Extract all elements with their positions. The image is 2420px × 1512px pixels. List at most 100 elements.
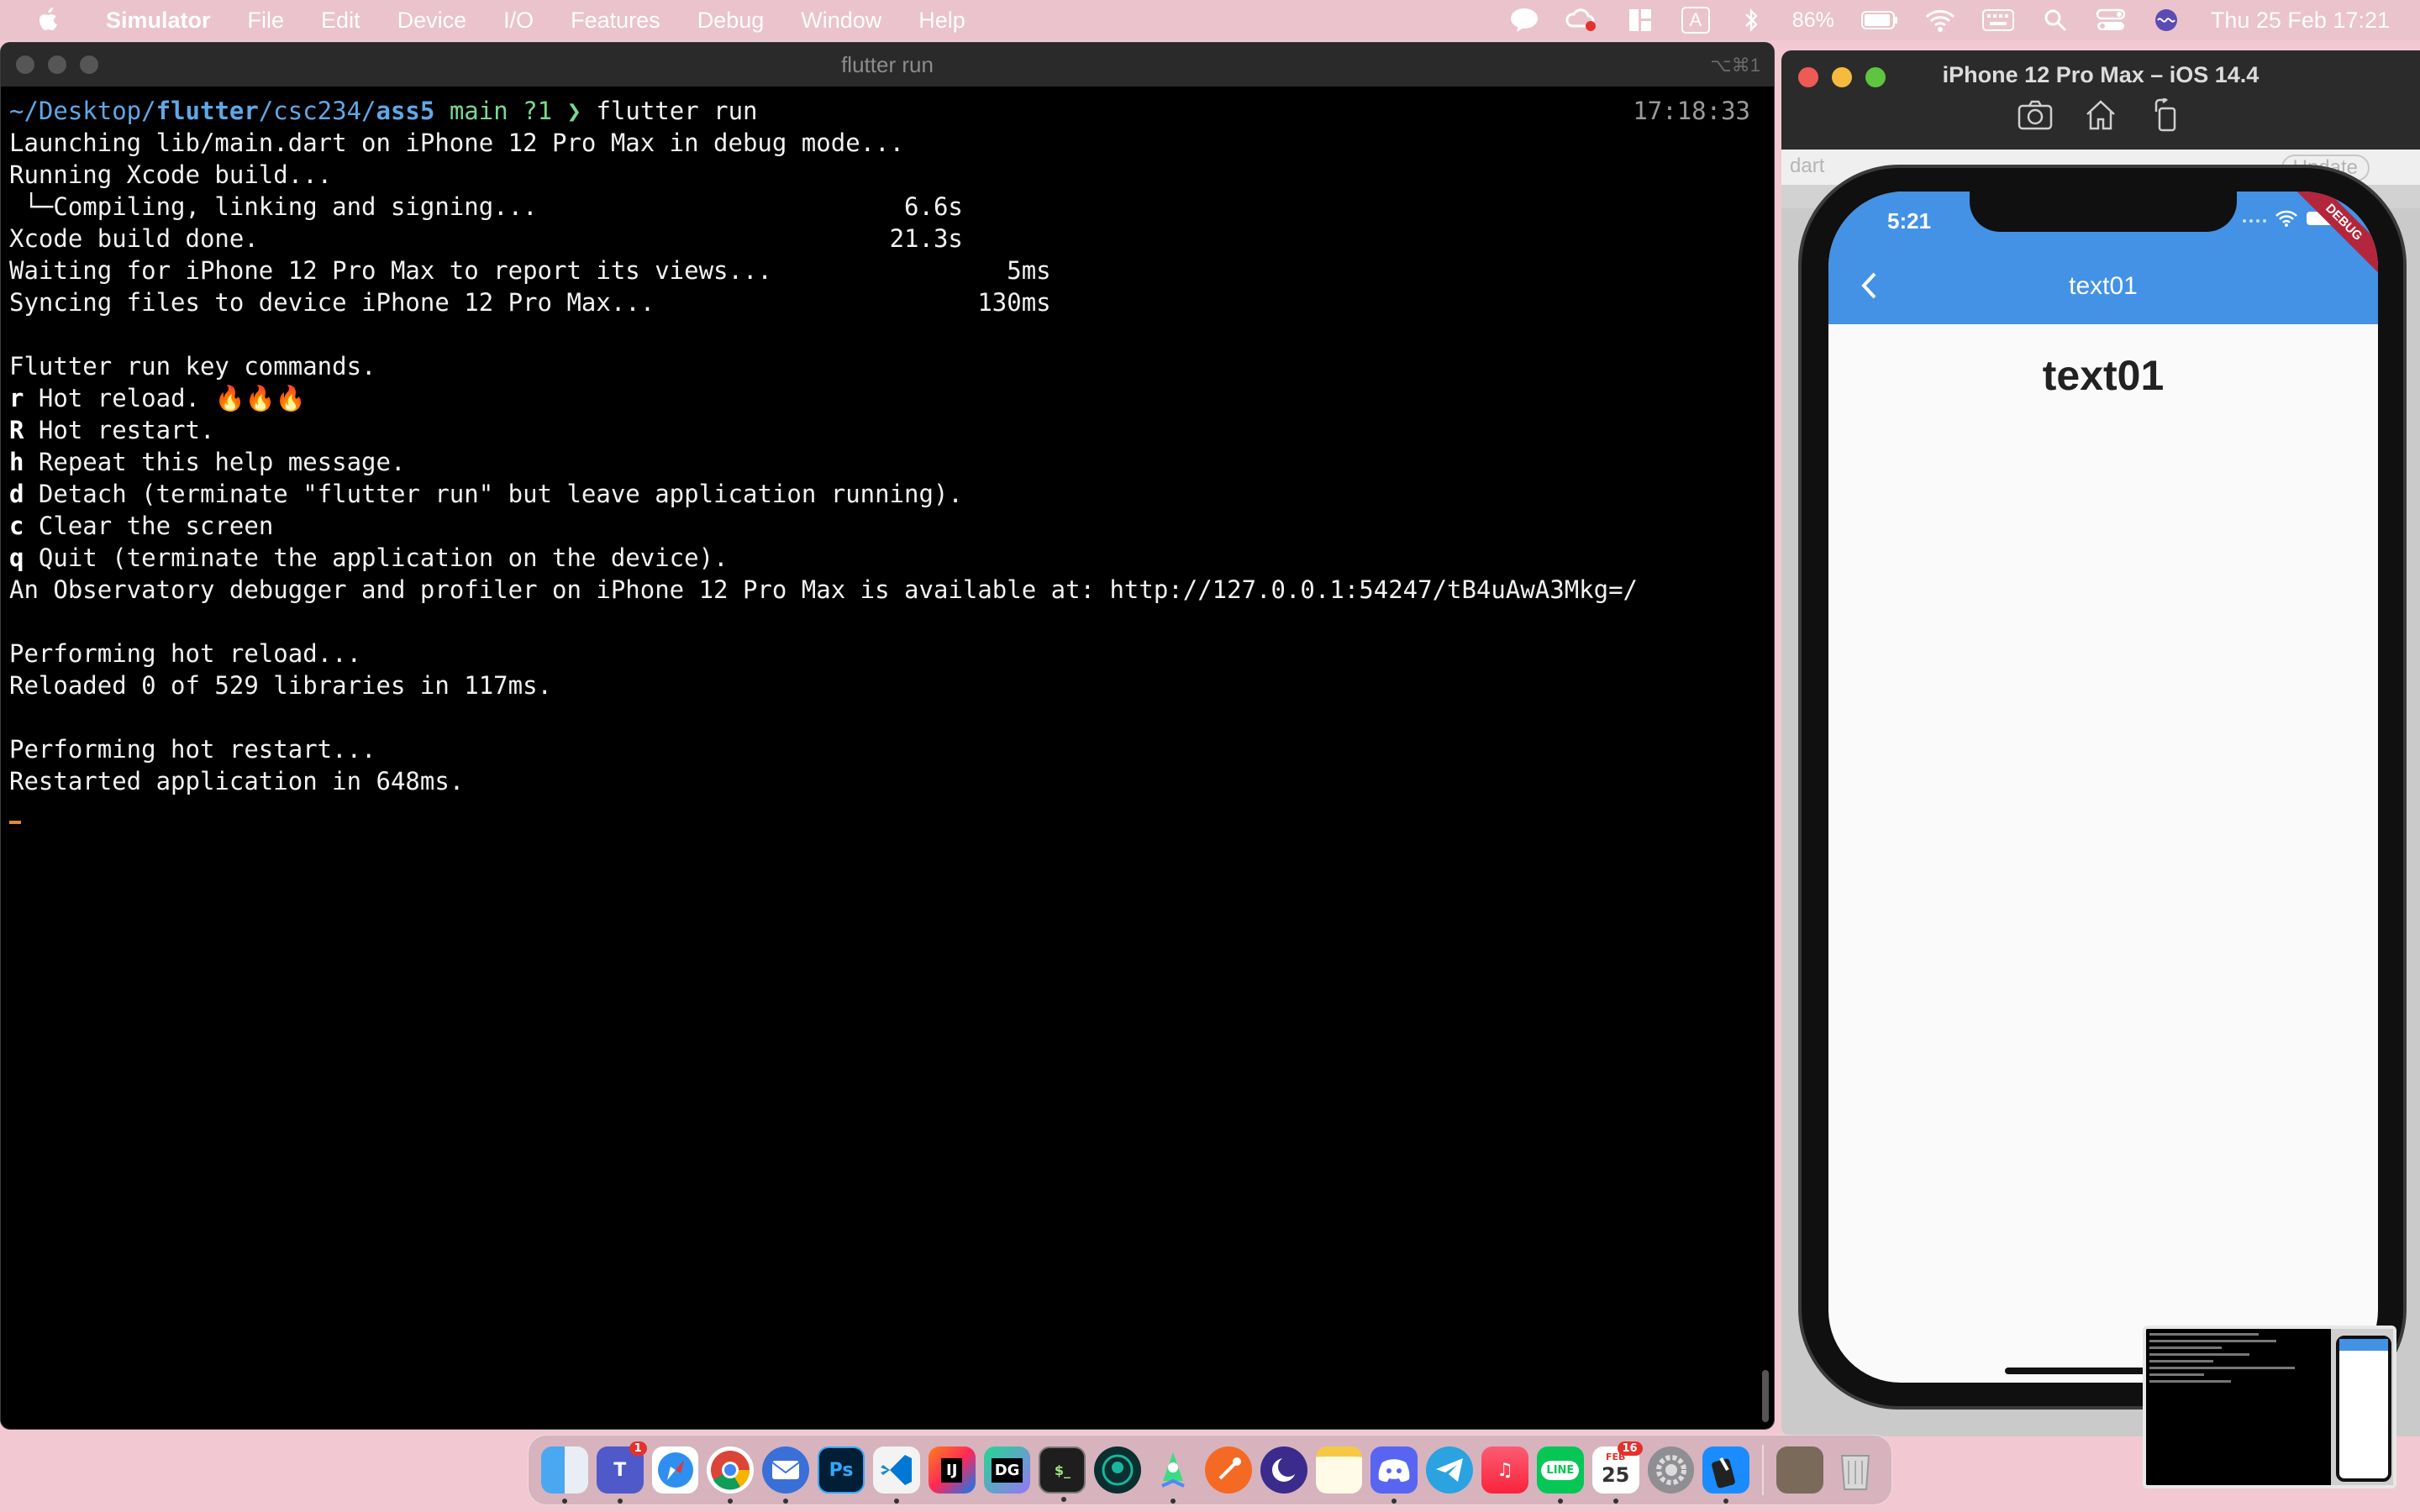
terminal-window-controls	[16, 55, 98, 74]
teams-icon[interactable]: T1	[596, 1441, 647, 1504]
bluetooth-icon[interactable]	[1737, 6, 1765, 34]
key-letter: h	[9, 448, 24, 476]
photoshop-icon[interactable]: Ps	[818, 1446, 865, 1494]
datagrip-icon[interactable]: DG	[983, 1446, 1031, 1494]
menu-features[interactable]: Features	[552, 8, 679, 34]
postman-icon[interactable]	[1204, 1446, 1252, 1494]
phone-notch	[1970, 192, 2237, 232]
app-bar-title: text01	[2069, 272, 2138, 300]
prompt-path-prefix: ~/Desktop/	[9, 97, 156, 125]
trash-icon[interactable]	[1832, 1446, 1879, 1494]
android-studio-icon[interactable]	[1150, 1446, 1197, 1504]
minimize-button[interactable]	[48, 55, 66, 74]
running-indicator	[562, 1499, 567, 1504]
prompt-git-status: main ?1	[434, 97, 553, 125]
simulator-toolbar	[1781, 97, 2420, 133]
chrome-icon[interactable]	[707, 1446, 755, 1504]
key-command-line: c Clear the screen	[9, 510, 1765, 542]
music-icon[interactable]: ♫	[1481, 1446, 1528, 1494]
system-preferences-icon[interactable]	[1647, 1446, 1695, 1494]
terminal-shortcut: ⌥⌘1	[1710, 55, 1760, 76]
menu-help[interactable]: Help	[900, 8, 984, 34]
thunderbird-icon[interactable]	[762, 1446, 810, 1504]
line-status-icon[interactable]	[1510, 6, 1539, 34]
menu-window[interactable]: Window	[782, 8, 900, 34]
output-line: Syncing files to device iPhone 12 Pro Ma…	[9, 288, 1051, 317]
close-button[interactable]	[16, 55, 34, 74]
wifi-icon[interactable]	[1925, 6, 1955, 34]
menu-debug[interactable]: Debug	[679, 8, 783, 34]
iphone-screen[interactable]: 5:21 DEBUG text01 text01	[1828, 192, 2378, 1383]
key-command-line: h Repeat this help message.	[9, 446, 1765, 478]
battery-icon[interactable]	[1860, 6, 1898, 34]
notes-icon[interactable]	[1315, 1446, 1363, 1494]
screenshot-icon[interactable]	[2018, 97, 2053, 133]
calendar-icon[interactable]: FEB 25 16	[1591, 1441, 1643, 1504]
terminal-scrollbar[interactable]	[1762, 1370, 1769, 1422]
layout-icon[interactable]	[1626, 6, 1655, 34]
prompt-line: ~/Desktop/flutter/csc234/ass5 main ?1 ❯ …	[9, 95, 1765, 127]
cursor-line	[9, 797, 1765, 829]
input-source-icon[interactable]: A	[1681, 7, 1710, 34]
menu-device[interactable]: Device	[379, 8, 486, 34]
terminal-icon[interactable]: $_	[1039, 1446, 1086, 1502]
key-letter: c	[9, 512, 24, 540]
keyboard-icon[interactable]	[1981, 6, 2014, 34]
line-app-icon[interactable]: LINE	[1536, 1446, 1584, 1504]
menubar-clock[interactable]: Thu 25 Feb 17:21	[2211, 8, 2390, 34]
phone-wifi-icon	[2275, 210, 2297, 231]
control-center-icon[interactable]	[2096, 6, 2125, 34]
key-command-line: q Quit (terminate the application on the…	[9, 542, 1765, 574]
simulator-title: iPhone 12 Pro Max – iOS 14.4	[1942, 62, 2260, 87]
simulator-dock-icon[interactable]	[1702, 1446, 1750, 1504]
dock: T1 Ps IJ DG $_ ♫ LINE FEB 25 16	[528, 1435, 1892, 1505]
night-owl-icon[interactable]	[1260, 1446, 1307, 1494]
discord-icon[interactable]	[1370, 1446, 1418, 1504]
intellij-icon[interactable]: IJ	[928, 1446, 976, 1494]
thumbnail-simulator	[2331, 1329, 2393, 1485]
safari-icon[interactable]	[651, 1446, 699, 1494]
telegram-icon[interactable]	[1426, 1446, 1474, 1494]
vscode-icon[interactable]	[872, 1446, 920, 1504]
menu-io[interactable]: I/O	[485, 8, 552, 34]
running-indicator	[1723, 1499, 1729, 1504]
terminal-titlebar[interactable]: flutter run ⌥⌘1	[1, 43, 1774, 87]
home-icon[interactable]	[2083, 97, 2118, 133]
gitkraken-icon[interactable]	[1094, 1446, 1142, 1494]
menu-app-simulator[interactable]: Simulator	[89, 8, 229, 34]
menu-file[interactable]: File	[229, 8, 303, 34]
battery-percent[interactable]: 86%	[1792, 6, 1834, 34]
terminal-output[interactable]: 17:18:33 ~/Desktop/flutter/csc234/ass5 m…	[1, 87, 1774, 837]
prompt-arrow: ❯	[552, 97, 597, 125]
key-letter: q	[9, 543, 24, 572]
running-indicator	[893, 1499, 899, 1504]
downloads-stack-icon[interactable]	[1776, 1446, 1824, 1494]
status-area: A 86% Thu 25 Feb 17:21	[1497, 0, 2420, 40]
prompt-timestamp: 17:18:33	[1633, 97, 1750, 125]
running-indicator	[728, 1499, 734, 1504]
running-indicator	[1557, 1499, 1563, 1504]
dock-separator	[1762, 1445, 1765, 1495]
creative-cloud-icon[interactable]	[1565, 6, 1599, 34]
key-command-line: R Hot restart.	[9, 414, 1765, 446]
key-description: Hot reload. 🔥🔥🔥	[24, 384, 306, 412]
key-letter: d	[9, 480, 24, 508]
siri-icon[interactable]	[2152, 6, 2181, 34]
output-line: Performing hot reload...	[9, 639, 362, 668]
calendar-badge: 16	[1617, 1441, 1643, 1456]
spotlight-search-icon[interactable]	[2041, 6, 2070, 34]
simulator-titlebar[interactable]: iPhone 12 Pro Max – iOS 14.4	[1781, 50, 2420, 150]
ghost-text: dart	[1790, 155, 1825, 177]
rotate-icon[interactable]	[2149, 97, 2184, 133]
key-description: Quit (terminate the application on the d…	[24, 543, 729, 572]
prompt-path-flutter: flutter	[155, 97, 259, 125]
finder-icon[interactable]	[541, 1446, 588, 1504]
observatory-line[interactable]: An Observatory debugger and profiler on …	[9, 574, 1765, 606]
key-command-line: d Detach (terminate "flutter run" but le…	[9, 478, 1765, 510]
apple-menu-icon[interactable]	[34, 5, 64, 35]
key-command-line: r Hot reload. 🔥🔥🔥	[9, 382, 1765, 414]
zoom-button[interactable]	[80, 55, 98, 74]
screenshot-thumbnail[interactable]	[2143, 1326, 2396, 1488]
menu-edit[interactable]: Edit	[302, 8, 379, 34]
